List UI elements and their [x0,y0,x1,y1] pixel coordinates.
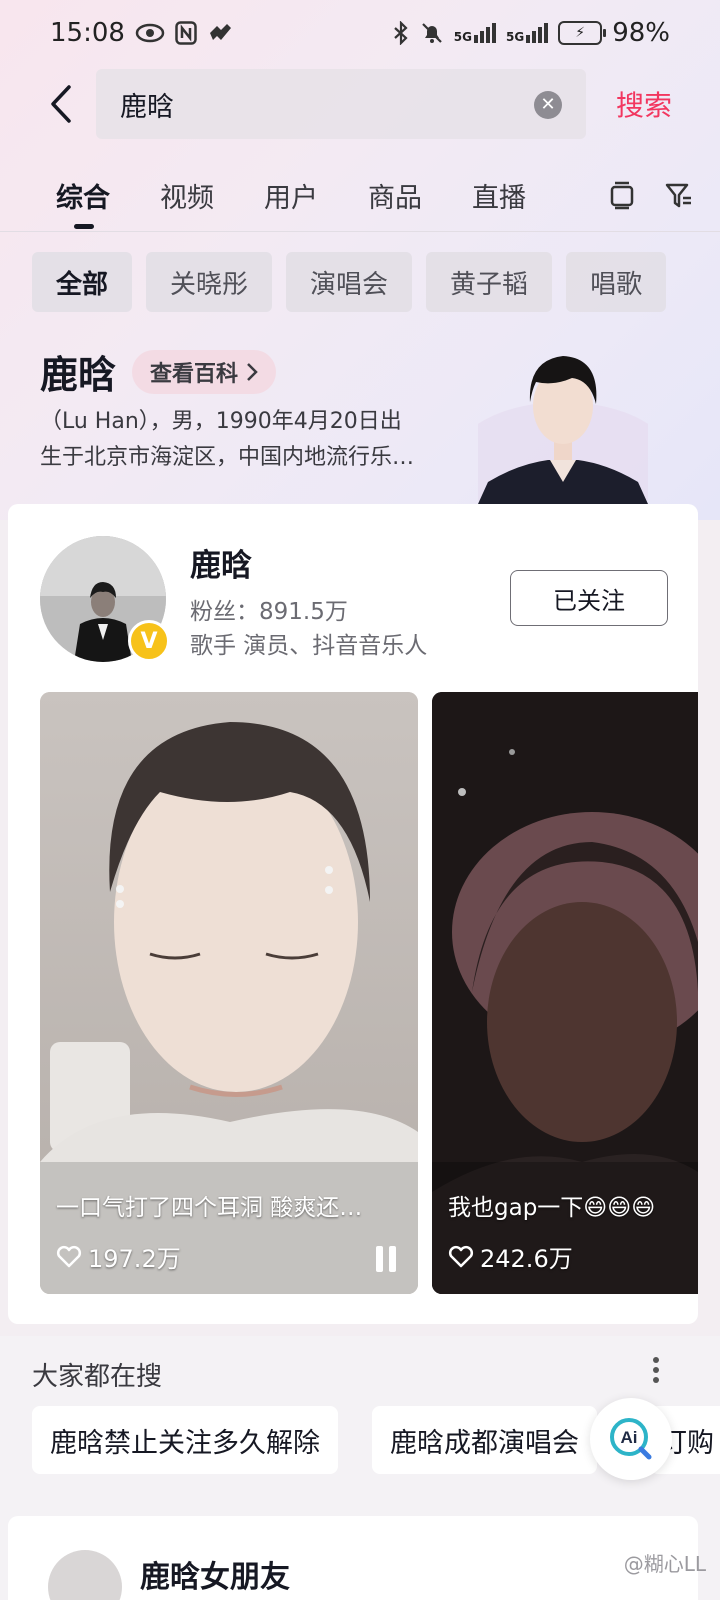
chip-singing[interactable]: 唱歌 [566,252,667,312]
heart-icon [56,1245,82,1267]
next-result-card[interactable]: 鹿晗女朋友 [8,1516,698,1600]
trending-item-2[interactable]: 鹿晗成都演唱会 [372,1406,597,1474]
video-card-1[interactable]: 一口气打了四个耳洞 酸爽还… 197.2万 [40,692,418,1294]
chip-concert[interactable]: 演唱会 [286,252,413,312]
search-input[interactable]: 鹿晗 ✕ [96,69,586,139]
video-card-2[interactable]: 我也gap一下😄😄😄 242.6万 [432,692,698,1294]
fans-count: 粉丝：891.5万 [190,599,348,625]
tab-products[interactable]: 商品 [368,176,422,215]
followed-button[interactable]: 已关注 [510,570,668,626]
baike-name: 鹿晗 [40,353,117,397]
chip-huang-zitao[interactable]: 黄子韬 [426,252,553,312]
view-baike-button[interactable]: 查看百科 [132,349,277,394]
clock: 15:08 [50,18,125,48]
baike-portrait-image [478,342,648,504]
video-caption-2: 我也gap一下😄😄😄 [448,1195,656,1221]
svg-text:Ai: Ai [621,1428,638,1447]
result-tabs: 综合 视频 用户 商品 直播 [0,160,720,230]
video-likes-1: 197.2万 [56,1239,181,1274]
ai-search-icon: Ai [610,1418,652,1460]
user-card[interactable]: V 鹿晗 粉丝：891.5万 歌手 演员、抖音音乐人 已关注 一口气打了四个耳洞… [8,504,698,1324]
watermark: @糊心LL [623,1552,706,1576]
heart-icon [448,1245,474,1267]
signal-2-icon: 5G [506,23,549,43]
pause-icon[interactable] [376,1246,396,1272]
tab-all[interactable]: 综合 [56,176,110,229]
next-result-avatar [48,1550,122,1600]
ai-assistant-button[interactable]: Ai [590,1398,672,1480]
chevron-right-icon [247,362,258,381]
chip-guan-xiaotong[interactable]: 关晓彤 [146,252,273,312]
verified-badge-icon: V [128,620,170,662]
trending-title: 大家都在搜 [32,1362,163,1392]
battery-icon: ⚡ [558,21,607,45]
tab-list-icon[interactable] [608,180,636,210]
signal-1-icon: 5G [454,23,496,43]
filter-chips: 全部 关晓彤 演唱会 黄子韬 唱歌 [32,252,667,312]
next-result-title: 鹿晗女朋友 [140,1560,290,1595]
tab-live[interactable]: 直播 [472,176,526,215]
tab-users[interactable]: 用户 [264,176,318,215]
eye-icon [135,23,165,43]
search-header: 鹿晗 ✕ 搜索 [0,66,720,142]
bluetooth-icon [394,21,408,45]
mute-icon [422,23,442,43]
trending-item-1[interactable]: 鹿晗禁止关注多久解除 [32,1406,338,1474]
tab-video[interactable]: 视频 [160,176,214,215]
tabs-divider [0,231,720,232]
chip-all[interactable]: 全部 [32,252,133,312]
clear-icon[interactable]: ✕ [534,91,562,119]
more-options-icon[interactable] [652,1356,660,1391]
battery-level: 98% [612,18,670,48]
status-bar: 15:08 5G 5G ⚡ 98% [0,0,720,66]
nfc-icon [175,21,197,45]
baike-header: 鹿晗 查看百科 [40,344,277,399]
filter-icon[interactable] [664,180,694,210]
app-notification-icon [209,24,231,40]
video-caption-1: 一口气打了四个耳洞 酸爽还… [56,1195,363,1221]
user-name[interactable]: 鹿晗 [190,540,252,585]
search-query: 鹿晗 [120,91,174,123]
user-tags: 歌手 演员、抖音音乐人 [190,633,428,659]
baike-description[interactable]: （Lu Han），男，1990年4月20日出 生于北京市海淀区，中国内地流行乐… [40,404,480,476]
search-button[interactable]: 搜索 [616,84,672,124]
video-likes-2: 242.6万 [448,1239,573,1274]
back-arrow-icon [51,85,71,123]
back-button[interactable] [30,74,90,134]
